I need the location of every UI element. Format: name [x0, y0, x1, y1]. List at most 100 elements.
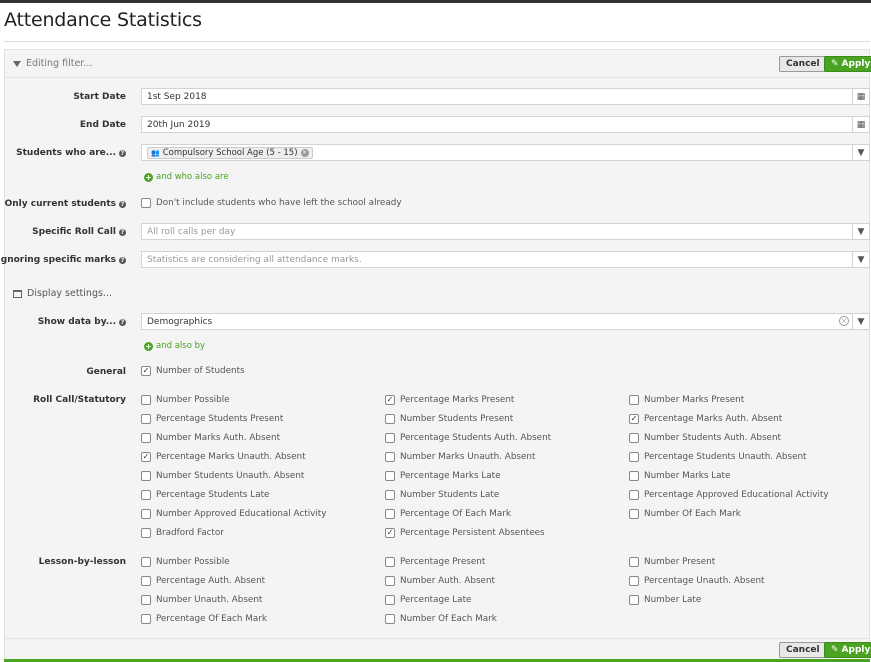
option-checkbox[interactable]: Number Marks Late	[629, 471, 730, 481]
checkbox[interactable]	[629, 576, 639, 586]
top-border	[0, 0, 871, 3]
option-checkbox[interactable]: Percentage Students Auth. Absent	[385, 433, 551, 443]
checkbox[interactable]	[385, 528, 395, 538]
option-checkbox[interactable]: Number Late	[629, 595, 701, 605]
option-checkbox[interactable]: Bradford Factor	[141, 528, 224, 538]
checkbox[interactable]	[141, 614, 151, 624]
checkbox[interactable]	[629, 557, 639, 567]
checkbox[interactable]	[141, 433, 151, 443]
checkbox[interactable]	[385, 509, 395, 519]
option-checkbox[interactable]: Number of Students	[141, 366, 245, 376]
ignoring-marks-select[interactable]: Statistics are considering all attendanc…	[141, 251, 870, 268]
add-students-condition-link[interactable]: + and who also are	[144, 172, 229, 182]
checkbox[interactable]	[141, 366, 151, 376]
option-checkbox[interactable]: Number Possible	[141, 557, 230, 567]
checkbox[interactable]	[141, 490, 151, 500]
option-checkbox[interactable]: Percentage Auth. Absent	[141, 576, 265, 586]
option-checkbox[interactable]: Number Of Each Mark	[629, 509, 741, 519]
option-checkbox[interactable]: Percentage Marks Late	[385, 471, 501, 481]
cancel-button[interactable]: Cancel	[779, 642, 827, 658]
checkbox[interactable]	[141, 198, 151, 208]
checkbox[interactable]	[629, 452, 639, 462]
option-checkbox[interactable]: Percentage Late	[385, 595, 471, 605]
chevron-down-icon[interactable]: ▼	[852, 252, 869, 267]
checkbox[interactable]	[629, 395, 639, 405]
checkbox[interactable]	[385, 595, 395, 605]
chevron-down-icon[interactable]: ▼	[852, 224, 869, 239]
apply-button[interactable]: ✎ Apply	[824, 56, 871, 72]
checkbox[interactable]	[141, 509, 151, 519]
option-checkbox[interactable]: Number Unauth. Absent	[141, 595, 262, 605]
help-icon[interactable]: ?	[119, 256, 126, 264]
help-icon[interactable]: ?	[119, 228, 126, 236]
checkbox[interactable]	[141, 471, 151, 481]
option-checkbox[interactable]: Number Approved Educational Activity	[141, 509, 326, 519]
option-checkbox[interactable]: Percentage Of Each Mark	[385, 509, 511, 519]
option-checkbox[interactable]: Number Marks Unauth. Absent	[385, 452, 535, 462]
option-label: Number Of Each Mark	[644, 509, 741, 519]
option-checkbox[interactable]: Percentage Unauth. Absent	[629, 576, 765, 586]
option-checkbox[interactable]: Number Students Auth. Absent	[629, 433, 781, 443]
help-icon[interactable]: ?	[119, 200, 126, 208]
option-checkbox[interactable]: Percentage Students Unauth. Absent	[629, 452, 807, 462]
checkbox[interactable]	[629, 433, 639, 443]
clear-icon[interactable]: ×	[839, 316, 849, 326]
checkbox[interactable]	[385, 452, 395, 462]
option-label: Percentage Marks Late	[400, 471, 501, 481]
help-icon[interactable]: ?	[119, 318, 126, 326]
option-checkbox[interactable]: Percentage Persistent Absentees	[385, 528, 545, 538]
roll-call-select[interactable]: All roll calls per day ▼	[141, 223, 870, 240]
checkbox[interactable]	[385, 395, 395, 405]
checkbox[interactable]	[385, 471, 395, 481]
checkbox[interactable]	[385, 490, 395, 500]
apply-button[interactable]: ✎ Apply	[824, 642, 871, 658]
option-checkbox[interactable]: Percentage Marks Present	[385, 395, 514, 405]
cancel-button[interactable]: Cancel	[779, 56, 827, 72]
checkbox[interactable]	[141, 576, 151, 586]
checkbox[interactable]	[629, 414, 639, 424]
checkbox[interactable]	[385, 433, 395, 443]
checkbox[interactable]	[629, 595, 639, 605]
option-checkbox[interactable]: Percentage Of Each Mark	[141, 614, 267, 624]
checkbox[interactable]	[141, 528, 151, 538]
option-checkbox[interactable]: Number Students Present	[385, 414, 513, 424]
option-checkbox[interactable]: Percentage Students Late	[141, 490, 269, 500]
checkbox[interactable]	[629, 471, 639, 481]
chevron-down-icon[interactable]: ▼	[852, 145, 869, 160]
option-checkbox[interactable]: Number Possible	[141, 395, 230, 405]
option-checkbox[interactable]: Percentage Approved Educational Activity	[629, 490, 829, 500]
option-checkbox[interactable]: Number Marks Present	[629, 395, 744, 405]
checkbox[interactable]	[141, 395, 151, 405]
checkbox[interactable]	[629, 490, 639, 500]
chevron-down-icon[interactable]: ▼	[852, 314, 869, 329]
option-checkbox[interactable]: Percentage Students Present	[141, 414, 283, 424]
option-checkbox[interactable]: Percentage Marks Unauth. Absent	[141, 452, 306, 462]
checkbox[interactable]	[141, 557, 151, 567]
checkbox[interactable]	[385, 414, 395, 424]
only-current-checkbox[interactable]: Don't include students who have left the…	[141, 198, 402, 208]
checkbox[interactable]	[385, 614, 395, 624]
students-select[interactable]: 👥 Compulsory School Age (5 - 15) × ▼	[141, 144, 870, 161]
checkbox[interactable]	[629, 509, 639, 519]
option-checkbox[interactable]: Number Students Unauth. Absent	[141, 471, 304, 481]
calendar-icon[interactable]: ▦	[852, 89, 869, 104]
option-checkbox[interactable]: Number Students Late	[385, 490, 499, 500]
checkbox[interactable]	[141, 595, 151, 605]
option-checkbox[interactable]: Number Present	[629, 557, 715, 567]
remove-tag-icon[interactable]: ×	[300, 148, 309, 157]
option-checkbox[interactable]: Number Of Each Mark	[385, 614, 497, 624]
checkbox[interactable]	[385, 576, 395, 586]
option-checkbox[interactable]: Percentage Marks Auth. Absent	[629, 414, 782, 424]
option-checkbox[interactable]: Number Auth. Absent	[385, 576, 495, 586]
end-date-field[interactable]: 20th Jun 2019 ▦	[141, 116, 870, 133]
checkbox[interactable]	[385, 557, 395, 567]
add-show-by-link[interactable]: + and also by	[144, 341, 205, 351]
show-data-by-select[interactable]: Demographics × ▼	[141, 313, 870, 330]
option-checkbox[interactable]: Percentage Present	[385, 557, 485, 567]
checkbox[interactable]	[141, 414, 151, 424]
start-date-field[interactable]: 1st Sep 2018 ▦	[141, 88, 870, 105]
calendar-icon[interactable]: ▦	[852, 117, 869, 132]
checkbox[interactable]	[141, 452, 151, 462]
help-icon[interactable]: ?	[119, 149, 126, 157]
option-checkbox[interactable]: Number Marks Auth. Absent	[141, 433, 280, 443]
